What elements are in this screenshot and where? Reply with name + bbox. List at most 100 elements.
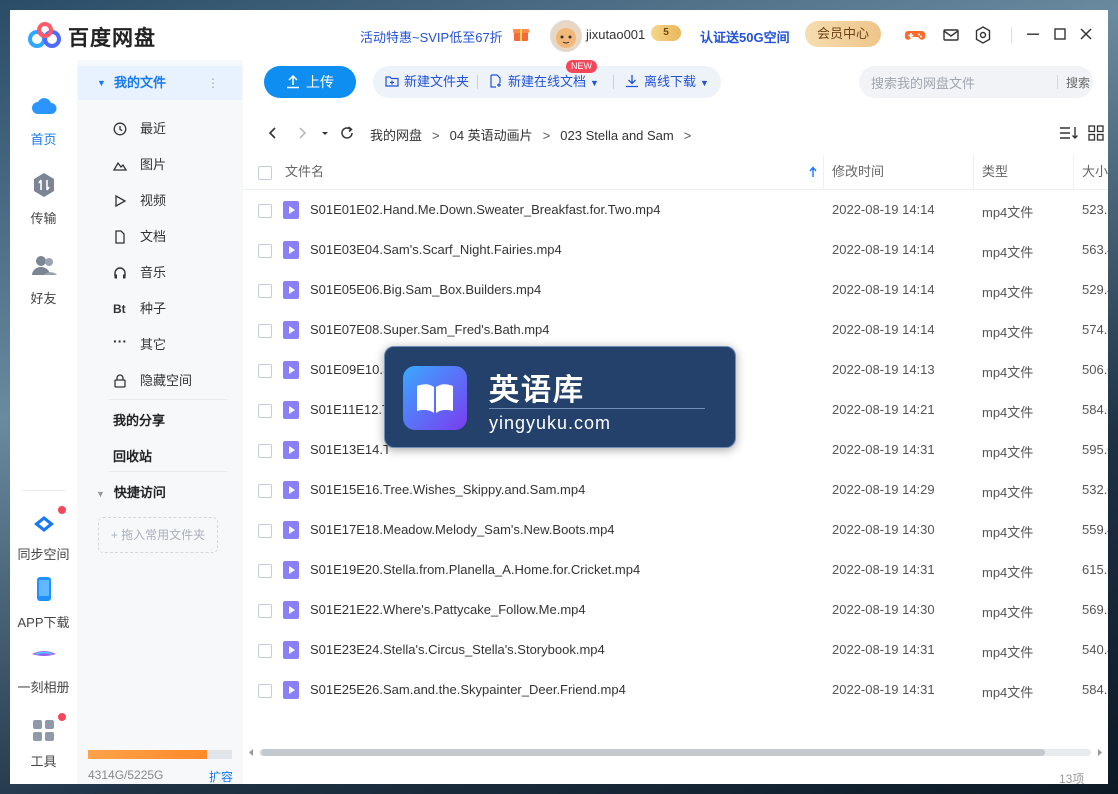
forward-arrow-icon[interactable]: [294, 125, 310, 141]
file-name[interactable]: S01E25E26.Sam.and.the.Skypainter_Deer.Fr…: [310, 682, 626, 697]
file-name[interactable]: S01E03E04.Sam's.Scarf_Night.Fairies.mp4: [310, 242, 562, 257]
minimize-icon[interactable]: [1023, 24, 1043, 44]
column-header-size[interactable]: 大小: [1082, 155, 1108, 189]
rail-item-transfer[interactable]: 传输: [10, 171, 77, 227]
row-checkbox[interactable]: [258, 684, 272, 698]
breadcrumb-item[interactable]: 023 Stella and Sam: [560, 128, 673, 143]
sidebar-item-images[interactable]: 图片: [113, 151, 233, 179]
table-row[interactable]: S01E25E26.Sam.and.the.Skypainter_Deer.Fr…: [243, 670, 1108, 710]
expand-storage-link[interactable]: 扩容: [209, 768, 233, 784]
file-name[interactable]: S01E09E10.S: [310, 362, 392, 377]
file-name[interactable]: S01E19E20.Stella.from.Planella_A.Home.fo…: [310, 562, 640, 577]
column-header-name[interactable]: 文件名: [285, 155, 324, 189]
row-checkbox[interactable]: [258, 244, 272, 258]
sort-list-icon[interactable]: [1059, 125, 1079, 141]
table-row[interactable]: S01E07E08.Super.Sam_Fred's.Bath.mp4 2022-…: [243, 310, 1108, 350]
table-row[interactable]: S01E05E06.Big.Sam_Box.Builders.mp4 2022-0…: [243, 270, 1108, 310]
sidebar-item-hidden-space[interactable]: 隐藏空间: [113, 367, 233, 395]
breadcrumb-item[interactable]: 我的网盘: [370, 128, 422, 143]
svip-level-badge[interactable]: 5: [651, 25, 681, 41]
rail-item-friends[interactable]: 好友: [10, 251, 77, 307]
sidebar-item-recent[interactable]: 最近: [113, 115, 233, 143]
grid-view-icon[interactable]: [1088, 125, 1104, 141]
avatar[interactable]: [550, 20, 582, 52]
close-icon[interactable]: [1076, 24, 1096, 44]
table-row[interactable]: S01E01E02.Hand.Me.Down.Sweater_Breakfast…: [243, 190, 1108, 230]
sort-ascending-icon[interactable]: [809, 166, 817, 178]
file-name[interactable]: S01E13E14.T: [310, 442, 391, 457]
more-vertical-icon[interactable]: ⋮: [207, 66, 219, 100]
back-arrow-icon[interactable]: [265, 125, 281, 141]
new-folder-button[interactable]: 新建文件夹: [385, 66, 469, 98]
scroll-left-icon[interactable]: [247, 748, 255, 757]
rail-item-tools[interactable]: 工具: [10, 713, 77, 770]
file-name[interactable]: S01E17E18.Meadow.Melody_Sam's.New.Boots.…: [310, 522, 615, 537]
breadcrumb-item[interactable]: 04 英语动画片: [450, 128, 533, 143]
sidebar-item-torrents[interactable]: Bt 种子: [113, 295, 233, 323]
promo-link[interactable]: 活动特惠~SVIP低至67折: [360, 27, 503, 46]
history-dropdown-icon[interactable]: [320, 125, 330, 141]
table-row[interactable]: S01E21E22.Where's.Pattycake_Follow.Me.mp…: [243, 590, 1108, 630]
sidebar-item-videos[interactable]: 视频: [113, 187, 233, 215]
row-checkbox[interactable]: [258, 404, 272, 418]
upload-button[interactable]: 上传: [264, 66, 356, 98]
auth-offer-link[interactable]: 认证送50G空间: [700, 27, 790, 46]
row-checkbox[interactable]: [258, 324, 272, 338]
table-row[interactable]: S01E17E18.Meadow.Melody_Sam's.New.Boots.…: [243, 510, 1108, 550]
search-input[interactable]: [869, 73, 1053, 93]
upload-icon: [287, 74, 299, 89]
row-checkbox[interactable]: [258, 644, 272, 658]
game-controller-icon[interactable]: [904, 24, 926, 46]
file-name[interactable]: S01E15E16.Tree.Wishes_Skippy.and.Sam.mp4: [310, 482, 585, 497]
rail-item-home[interactable]: 首页: [10, 92, 77, 148]
expand-arrow-icon[interactable]: ▼: [97, 66, 106, 100]
video-file-icon: [283, 321, 299, 339]
file-name[interactable]: S01E05E06.Big.Sam_Box.Builders.mp4: [310, 282, 541, 297]
row-checkbox[interactable]: [258, 604, 272, 618]
username[interactable]: jixutao001: [586, 27, 645, 42]
offline-download-button[interactable]: 离线下载 ▼: [625, 66, 709, 98]
file-name[interactable]: S01E23E24.Stella's.Circus_Stella's.Story…: [310, 642, 605, 657]
lock-icon: [114, 374, 126, 388]
row-checkbox[interactable]: [258, 284, 272, 298]
row-checkbox[interactable]: [258, 524, 272, 538]
table-row[interactable]: S01E15E16.Tree.Wishes_Skippy.and.Sam.mp4…: [243, 470, 1108, 510]
file-name[interactable]: S01E07E08.Super.Sam_Fred's.Bath.mp4: [310, 322, 550, 337]
sidebar-item-other[interactable]: ··· 其它: [113, 331, 233, 359]
table-row[interactable]: S01E19E20.Stella.from.Planella_A.Home.fo…: [243, 550, 1108, 590]
sidebar-item-documents[interactable]: 文档: [113, 223, 233, 251]
rail-item-album[interactable]: 一刻相册: [10, 640, 77, 696]
rail-item-sync[interactable]: 同步空间: [10, 506, 77, 563]
refresh-icon[interactable]: [339, 125, 355, 141]
sidebar-item-music[interactable]: 音乐: [113, 259, 233, 287]
table-row[interactable]: S01E23E24.Stella's.Circus_Stella's.Story…: [243, 630, 1108, 670]
search-button[interactable]: 搜索: [1066, 74, 1090, 91]
sidebar-item-my-share[interactable]: 我的分享: [113, 410, 165, 429]
drop-folder-zone[interactable]: + 拖入常用文件夹: [98, 517, 218, 553]
sidebar-item-my-files[interactable]: ▼ 我的文件 ⋮: [78, 66, 242, 100]
sidebar-item-quick-access[interactable]: ▼ 快捷访问: [96, 482, 166, 501]
horizontal-scrollbar[interactable]: [247, 746, 1104, 758]
mail-icon[interactable]: [940, 24, 962, 46]
file-name[interactable]: S01E21E22.Where's.Pattycake_Follow.Me.mp…: [310, 602, 586, 617]
scrollbar-thumb[interactable]: [261, 749, 1045, 756]
row-checkbox[interactable]: [258, 484, 272, 498]
column-header-modified[interactable]: 修改时间: [832, 155, 884, 189]
sidebar-item-recycle-bin[interactable]: 回收站: [113, 446, 152, 465]
column-header-type[interactable]: 类型: [982, 155, 1008, 189]
chevron-down-icon: ▼: [700, 78, 709, 88]
row-checkbox[interactable]: [258, 204, 272, 218]
file-name[interactable]: S01E11E12.T: [310, 402, 390, 417]
table-row[interactable]: S01E03E04.Sam's.Scarf_Night.Fairies.mp4 2…: [243, 230, 1108, 270]
scroll-right-icon[interactable]: [1096, 748, 1104, 757]
row-checkbox[interactable]: [258, 364, 272, 378]
maximize-icon[interactable]: [1050, 24, 1070, 44]
rail-item-app-download[interactable]: APP下载: [10, 575, 77, 631]
settings-gear-icon[interactable]: [972, 24, 994, 46]
row-checkbox[interactable]: [258, 444, 272, 458]
vip-center-button[interactable]: 会员中心: [805, 21, 881, 47]
row-checkbox[interactable]: [258, 564, 272, 578]
gift-icon[interactable]: [512, 25, 530, 43]
file-name[interactable]: S01E01E02.Hand.Me.Down.Sweater_Breakfast…: [310, 202, 660, 217]
select-all-checkbox[interactable]: [258, 166, 272, 180]
